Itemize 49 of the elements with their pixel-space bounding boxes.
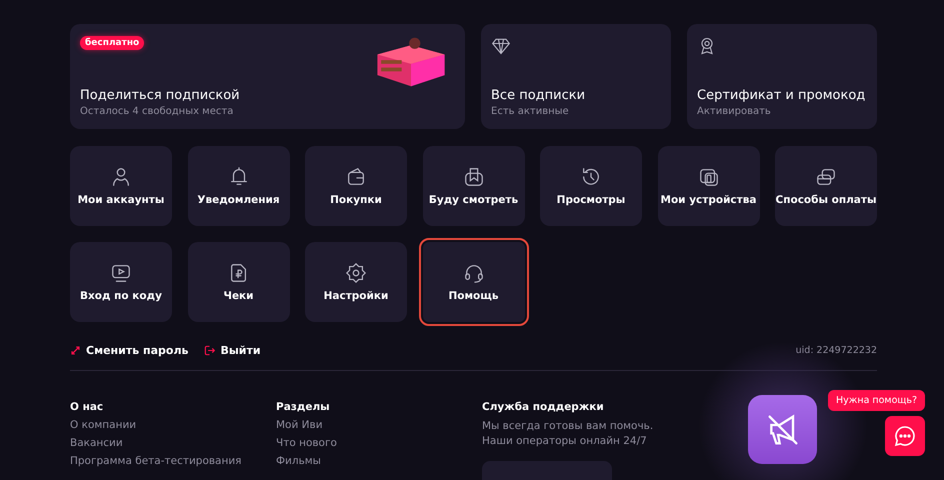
account-link[interactable]: Выйти bbox=[204, 344, 261, 356]
menu-tile[interactable]: Просмотры bbox=[540, 146, 642, 226]
promo-card[interactable]: бесплатно Поделиться подпиской Осталось 4 свободных места bbox=[70, 24, 465, 129]
footer-link[interactable]: О компании bbox=[70, 419, 276, 431]
menu-tile[interactable]: Способы оплаты bbox=[775, 146, 877, 226]
menu-tile[interactable]: Мои устройства bbox=[658, 146, 760, 226]
footer-link[interactable]: Мой Иви bbox=[276, 419, 482, 431]
card-subtitle: Активировать bbox=[697, 106, 772, 117]
history-icon bbox=[580, 166, 602, 188]
menu-tile[interactable]: Чеки bbox=[188, 242, 290, 322]
menu-tile[interactable]: Буду смотреть bbox=[422, 146, 524, 226]
support-text: Мы всегда готовы вам помочь. Наши операторы онлайн 24/7 bbox=[482, 419, 654, 450]
menu-tile[interactable]: Мои аккаунты bbox=[70, 146, 172, 226]
headset-icon bbox=[462, 262, 484, 284]
logout-icon bbox=[204, 344, 216, 356]
footer-heading: О нас bbox=[70, 401, 104, 413]
play-screen-icon bbox=[110, 262, 132, 284]
footer-link[interactable]: Программа бета-тестирования bbox=[70, 455, 276, 467]
footer-link[interactable]: Фильмы bbox=[276, 455, 482, 467]
footer-link[interactable]: Что нового bbox=[276, 437, 482, 449]
diamond-icon bbox=[491, 36, 511, 56]
settings-icon bbox=[345, 262, 367, 284]
card-subtitle: Осталось 4 свободных места bbox=[80, 106, 234, 117]
footer-heading: Служба поддержки bbox=[482, 401, 605, 413]
devices-icon bbox=[698, 166, 720, 188]
promo-card[interactable]: Все подписки Есть активные bbox=[481, 24, 671, 129]
free-badge: бесплатно bbox=[80, 36, 144, 50]
menu-tile[interactable]: Помощь bbox=[418, 238, 528, 326]
chat-icon[interactable] bbox=[885, 416, 925, 456]
swap-arrows-icon bbox=[70, 344, 81, 356]
menu-tile[interactable]: Уведомления bbox=[188, 146, 290, 226]
wallet-icon bbox=[345, 166, 367, 188]
menu-tile[interactable]: Покупки bbox=[305, 146, 407, 226]
promo-card[interactable]: Сертификат и промокод Активировать bbox=[687, 24, 877, 129]
menu-tile[interactable]: Настройки bbox=[305, 242, 407, 322]
muted-megaphone-icon bbox=[748, 395, 817, 464]
card-title: Поделиться подпиской bbox=[80, 88, 240, 103]
account-link[interactable]: Сменить пароль bbox=[70, 344, 188, 356]
person-icon bbox=[110, 166, 132, 188]
footer-heading: Разделы bbox=[276, 401, 331, 413]
card-subtitle: Есть активные bbox=[491, 106, 570, 117]
user-id: uid: 2249722232 bbox=[796, 344, 877, 356]
card-title: Все подписки bbox=[491, 88, 586, 103]
cards-icon bbox=[815, 166, 837, 188]
card-title: Сертификат и промокод bbox=[697, 88, 866, 103]
menu-tile[interactable]: Вход по коду bbox=[70, 242, 172, 322]
footer-link[interactable]: Вакансии bbox=[70, 437, 276, 449]
help-tooltip: Нужна помощь? bbox=[828, 390, 925, 411]
bookmark-icon bbox=[462, 166, 484, 188]
